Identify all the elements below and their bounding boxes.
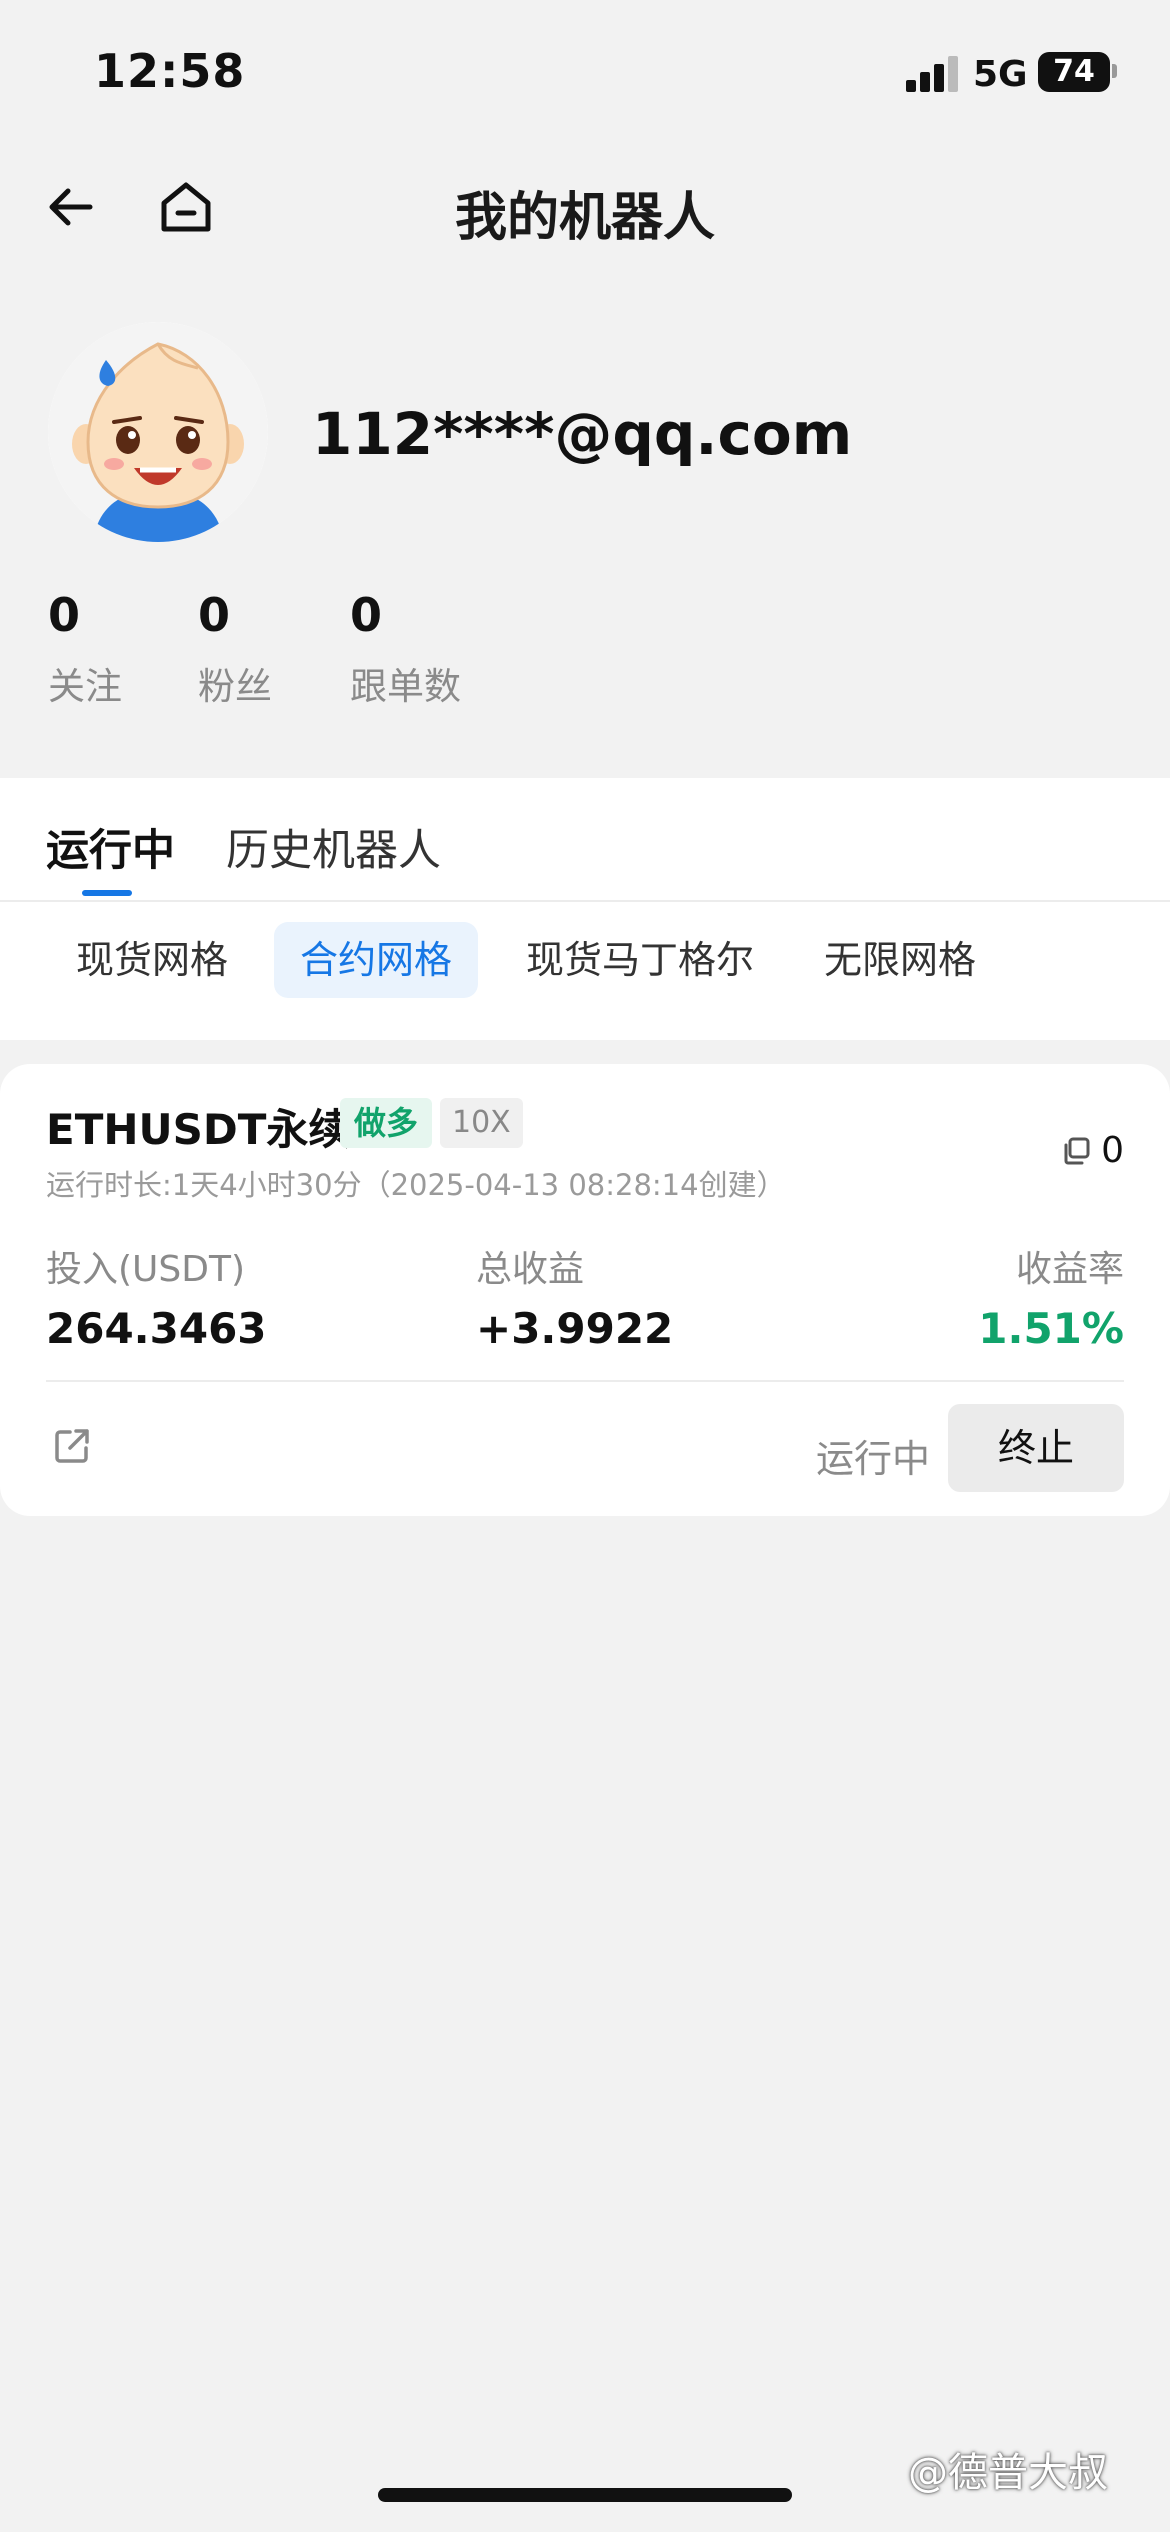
subtab-spot-grid[interactable]: 现货网格 (50, 922, 254, 998)
subtab-infinity-grid[interactable]: 无限网格 (798, 922, 1002, 998)
bot-status: 运行中 (816, 1437, 931, 1481)
stat-followers[interactable]: 0 粉丝 (198, 588, 272, 710)
stop-button[interactable]: 终止 (948, 1404, 1124, 1492)
card-divider (46, 1380, 1124, 1382)
copy-count[interactable]: 0 (1061, 1130, 1124, 1171)
stat-label: 粉丝 (198, 665, 272, 708)
tab-history-bots[interactable]: 历史机器人 (226, 816, 441, 878)
subtab-futures-grid[interactable]: 合约网格 (274, 922, 479, 998)
stat-label: 跟单数 (350, 665, 461, 708)
tabs-panel: 运行中 历史机器人 现货网格 合约网格 现货马丁格尔 无限网格 (0, 778, 1170, 1040)
share-button[interactable] (52, 1426, 92, 1466)
direction-badge: 做多 (340, 1098, 433, 1148)
stat-copy-count[interactable]: 0 跟单数 (350, 588, 461, 710)
bot-runtime: 运行时长:1天4小时30分（2025-04-13 08:28:14创建） (46, 1168, 786, 1202)
stat-value: 0 (48, 588, 81, 642)
battery-tip (1112, 64, 1117, 78)
stat-label: 关注 (48, 665, 122, 708)
return-rate-value: 1.51% (978, 1304, 1124, 1353)
return-rate-label: 收益率 (1015, 1249, 1124, 1290)
battery-icon: 74 (1038, 52, 1110, 92)
stat-value: 0 (350, 588, 383, 642)
signal-icon (906, 56, 960, 92)
tab-active-indicator (82, 890, 132, 896)
subtab-spot-martingale[interactable]: 现货马丁格尔 (500, 922, 780, 998)
stat-value: 0 (198, 588, 231, 642)
status-time: 12:58 (94, 44, 246, 98)
main-tabs: 运行中 历史机器人 (0, 778, 1170, 902)
network-type: 5G (973, 54, 1028, 95)
tab-running[interactable]: 运行中 (46, 816, 175, 878)
page-title: 我的机器人 (454, 188, 715, 248)
bot-card[interactable]: ETHUSDT永续 做多 10X 运行时长:1天4小时30分（2025-04-1… (0, 1064, 1170, 1516)
metric-investment: 投入(USDT) 264.3463 (46, 1240, 267, 1353)
avatar-cartoon-icon (48, 322, 268, 542)
copy-icon (1064, 1137, 1090, 1164)
bot-pair: ETHUSDT永续 (46, 1105, 351, 1154)
share-icon (55, 1429, 89, 1463)
total-profit-value: +3.9922 (476, 1304, 674, 1353)
watermark: @德普大叔 (908, 2450, 1108, 2496)
leverage-badge: 10X (440, 1098, 523, 1148)
stat-following[interactable]: 0 关注 (48, 588, 122, 710)
status-bar: 12:58 5G 74 (0, 0, 1170, 150)
nav-header: 我的机器人 (0, 150, 1170, 260)
avatar[interactable] (48, 322, 268, 542)
investment-label: 投入(USDT) (46, 1249, 246, 1290)
user-email: 112****@qq.com (312, 400, 853, 468)
screen: 12:58 5G 74 我的机器人 112****@qq.com 0 关注 0 … (0, 0, 1170, 2532)
metric-total-profit: 总收益 +3.9922 (476, 1240, 673, 1353)
copy-count-value: 0 (1101, 1130, 1124, 1171)
investment-value: 264.3463 (46, 1304, 267, 1353)
total-profit-label: 总收益 (476, 1249, 585, 1290)
metric-return-rate: 收益率 1.51% (978, 1240, 1124, 1353)
home-indicator[interactable] (378, 2488, 792, 2502)
